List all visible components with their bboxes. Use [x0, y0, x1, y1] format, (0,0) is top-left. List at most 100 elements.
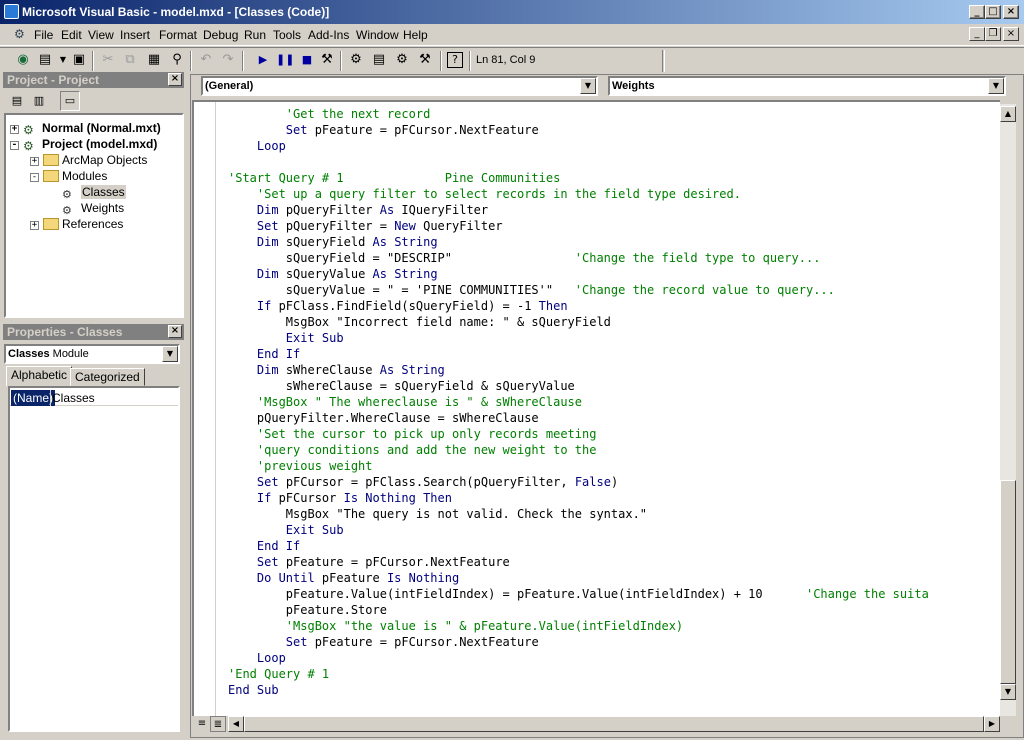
object-combo[interactable]: (General) ▼ — [201, 76, 598, 96]
code-line[interactable]: MsgBox "The query is not valid. Check th… — [228, 506, 929, 522]
code-line[interactable]: Dim sQueryValue As String — [228, 266, 929, 282]
chevron-down-icon[interactable]: ▼ — [580, 78, 596, 94]
code-window-icon[interactable]: ⚙ — [14, 27, 30, 43]
code-line[interactable]: sQueryField = "DESCRIP" 'Change the fiel… — [228, 250, 929, 266]
code-line[interactable]: 'previous weight — [228, 458, 929, 474]
scroll-left-icon[interactable]: ◀ — [228, 716, 244, 732]
menu-format[interactable]: Format — [159, 28, 197, 42]
copy-icon[interactable]: ⧉ — [121, 51, 139, 69]
scroll-up-icon[interactable]: ▲ — [1000, 106, 1016, 122]
code-line[interactable]: pQueryFilter.WhereClause = sWhereClause — [228, 410, 929, 426]
full-module-view-icon[interactable]: ≣ — [210, 716, 226, 732]
menu-help[interactable]: Help — [403, 28, 428, 42]
tree-node-classes[interactable]: ⚙ Classes — [62, 184, 126, 201]
code-line[interactable]: 'query conditions and add the new weight… — [228, 442, 929, 458]
scroll-right-icon[interactable]: ▶ — [984, 716, 1000, 732]
find-icon[interactable]: ⚲ — [168, 51, 186, 69]
view-arcmap-icon[interactable]: ◉ — [14, 51, 32, 69]
menu-run[interactable]: Run — [244, 28, 266, 42]
menu-debug[interactable]: Debug — [203, 28, 238, 42]
tree-node-normal[interactable]: + ⚙ Normal (Normal.mxt) — [10, 120, 161, 137]
procedure-view-icon[interactable]: ≡ — [194, 716, 210, 732]
toggle-folders-icon[interactable]: ▭ — [60, 91, 80, 111]
tree-node-arcmap-objects[interactable]: + ArcMap Objects — [30, 152, 147, 168]
redo-icon[interactable]: ↷ — [219, 51, 237, 69]
maximize-icon[interactable]: □ — [985, 5, 1001, 19]
code-line[interactable]: 'Set the cursor to pick up only records … — [228, 426, 929, 442]
project-panel-close-icon[interactable]: × — [168, 73, 182, 86]
code-line[interactable]: 'Set up a query filter to select records… — [228, 186, 929, 202]
code-line[interactable]: If pFClass.FindField(sQueryField) = -1 T… — [228, 298, 929, 314]
code-line[interactable]: Exit Sub — [228, 522, 929, 538]
code-line[interactable]: sWhereClause = sQueryField & sQueryValue — [228, 378, 929, 394]
code-margin-indicator-bar[interactable] — [194, 102, 216, 716]
reset-icon[interactable]: ■ — [298, 51, 316, 69]
code-line[interactable]: Set pFeature = pFCursor.NextFeature — [228, 122, 929, 138]
property-row[interactable]: (Name) Classes — [10, 390, 178, 406]
vertical-scroll-thumb[interactable] — [1000, 480, 1016, 684]
code-line[interactable]: End If — [228, 346, 929, 362]
vb-app-icon[interactable] — [4, 4, 19, 19]
menu-edit[interactable]: Edit — [61, 28, 82, 42]
menu-window[interactable]: Window — [356, 28, 399, 42]
menu-add-ins[interactable]: Add-Ins — [308, 28, 349, 42]
code-line[interactable]: 'End Query # 1 — [228, 666, 929, 682]
code-line[interactable]: pFeature.Value(intFieldIndex) = pFeature… — [228, 586, 929, 602]
collapse-icon[interactable]: - — [10, 141, 19, 150]
tree-node-modules[interactable]: - Modules — [30, 168, 107, 184]
scroll-down-icon[interactable]: ▼ — [1000, 684, 1016, 700]
code-line[interactable] — [228, 154, 929, 170]
code-line[interactable]: Set pFeature = pFCursor.NextFeature — [228, 634, 929, 650]
undo-icon[interactable]: ↶ — [197, 51, 215, 69]
code-line[interactable]: 'MsgBox " The whereclause is " & sWhereC… — [228, 394, 929, 410]
code-editor[interactable]: 'Get the next record Set pFeature = pFCu… — [192, 100, 1000, 716]
code-line[interactable]: pFeature.Store — [228, 602, 929, 618]
code-line[interactable]: Dim sWhereClause As String — [228, 362, 929, 378]
mdi-restore-icon[interactable]: ❐ — [985, 27, 1001, 41]
minimize-icon[interactable]: _ — [969, 5, 985, 19]
code-line[interactable]: 'MsgBox "the value is " & pFeature.Value… — [228, 618, 929, 634]
properties-window-icon[interactable]: ▤ — [370, 51, 388, 69]
code-line[interactable]: Set pQueryFilter = New QueryFilter — [228, 218, 929, 234]
code-line[interactable]: 'Get the next record — [228, 106, 929, 122]
insert-module-icon[interactable]: ▤ — [36, 51, 54, 69]
menu-tools[interactable]: Tools — [273, 28, 301, 42]
code-line[interactable]: 'Start Query # 1 Pine Communities — [228, 170, 929, 186]
view-object-icon[interactable]: ▥ — [30, 92, 48, 110]
break-icon[interactable]: ❚❚ — [276, 51, 294, 69]
tree-node-weights[interactable]: ⚙ Weights — [62, 200, 124, 217]
toolbox-icon[interactable]: ⚒ — [416, 51, 434, 69]
view-code-icon[interactable]: ▤ — [8, 92, 26, 110]
paste-icon[interactable]: ▦ — [145, 51, 163, 69]
code-line[interactable]: Dim sQueryField As String — [228, 234, 929, 250]
code-line[interactable]: Set pFCursor = pFClass.Search(pQueryFilt… — [228, 474, 929, 490]
menu-file[interactable]: File — [34, 28, 53, 42]
horizontal-scroll-thumb[interactable] — [244, 716, 984, 732]
project-explorer-icon[interactable]: ⚙ — [347, 51, 365, 69]
title-bar[interactable]: Microsoft Visual Basic - model.mxd - [Cl… — [0, 0, 1024, 24]
code-line[interactable]: Loop — [228, 650, 929, 666]
code-line[interactable]: Do Until pFeature Is Nothing — [228, 570, 929, 586]
code-line[interactable]: Set pFeature = pFCursor.NextFeature — [228, 554, 929, 570]
run-icon[interactable]: ▶ — [254, 51, 272, 69]
menu-insert[interactable]: Insert — [120, 28, 150, 42]
procedure-combo[interactable]: Weights ▼ — [608, 76, 1006, 96]
design-mode-icon[interactable]: ⚒ — [318, 51, 336, 69]
object-browser-icon[interactable]: ⚙ — [393, 51, 411, 69]
code-line[interactable]: If pFCursor Is Nothing Then — [228, 490, 929, 506]
expand-icon[interactable]: + — [10, 125, 19, 134]
menu-view[interactable]: View — [88, 28, 114, 42]
cut-icon[interactable]: ✂ — [99, 51, 117, 69]
collapse-icon[interactable]: - — [30, 173, 39, 182]
expand-icon[interactable]: + — [30, 157, 39, 166]
tree-node-project[interactable]: - ⚙ Project (model.mxd) — [10, 136, 157, 153]
object-selector[interactable]: Classes Module ▼ — [4, 344, 180, 364]
code-line[interactable]: Dim pQueryFilter As IQueryFilter — [228, 202, 929, 218]
mdi-close-icon[interactable]: × — [1003, 27, 1019, 41]
expand-icon[interactable]: + — [30, 221, 39, 230]
help-icon[interactable]: ? — [447, 52, 463, 68]
code-line[interactable]: Loop — [228, 138, 929, 154]
save-icon[interactable]: ▣ — [70, 51, 88, 69]
property-value[interactable]: Classes — [52, 390, 95, 406]
code-line[interactable]: Exit Sub — [228, 330, 929, 346]
